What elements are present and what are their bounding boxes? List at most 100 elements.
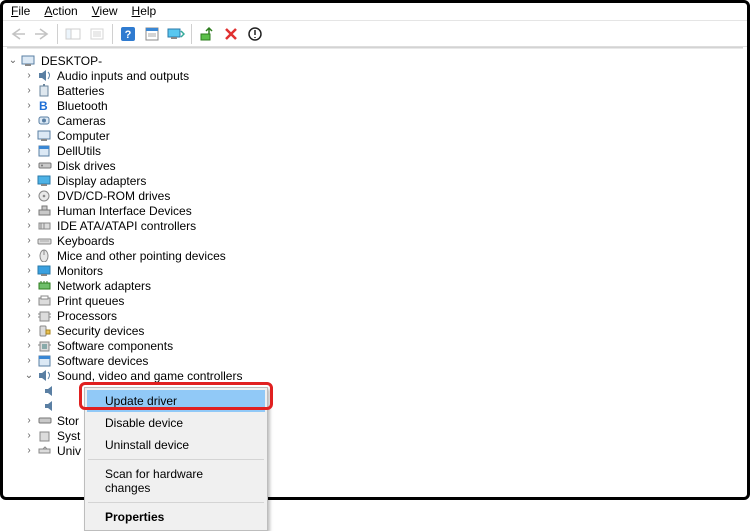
arrow-left-icon [10, 27, 26, 41]
menu-action[interactable]: Action [44, 4, 77, 18]
scan-hardware-button[interactable] [165, 23, 187, 45]
tree-category[interactable]: › Keyboards [7, 233, 747, 248]
category-icon [37, 264, 53, 278]
tree-category[interactable]: › Software components [7, 338, 747, 353]
uninstall-icon [247, 26, 263, 42]
tree-category-label: Software components [57, 339, 173, 353]
menu-bar: File Action View Help [3, 3, 747, 21]
tree-category[interactable]: › Batteries [7, 83, 747, 98]
expand-collapse-icon[interactable]: › [23, 100, 35, 112]
expand-collapse-icon[interactable]: › [23, 250, 35, 262]
expand-collapse-icon[interactable]: › [23, 325, 35, 337]
properties-button[interactable] [141, 23, 163, 45]
category-icon: B [37, 99, 53, 113]
ctx-update-driver[interactable]: Update driver [87, 390, 265, 412]
forward-button[interactable] [31, 23, 53, 45]
expand-collapse-icon[interactable]: › [23, 130, 35, 142]
category-icon [37, 114, 53, 128]
tree-category[interactable]: ›Network adapters [7, 278, 747, 293]
ctx-properties[interactable]: Properties [87, 506, 265, 528]
expand-collapse-icon[interactable]: › [23, 310, 35, 322]
tree-category[interactable]: › Human Interface Devices [7, 203, 747, 218]
toolbar-list-button[interactable] [86, 23, 108, 45]
tree-category[interactable]: › Mice and other pointing devices [7, 248, 747, 263]
category-icon [37, 234, 53, 248]
tree-category-label: Univ [57, 444, 81, 458]
category-icon [37, 219, 53, 233]
expand-collapse-icon[interactable]: › [23, 265, 35, 277]
tree-category[interactable]: ›Monitors [7, 263, 747, 278]
tree-root[interactable]: ⌄ DESKTOP- [7, 53, 747, 68]
expand-collapse-icon[interactable]: › [23, 355, 35, 367]
tree-category-label: Print queues [57, 294, 124, 308]
ctx-uninstall-device[interactable]: Uninstall device [87, 434, 265, 456]
uninstall-device-button[interactable] [244, 23, 266, 45]
svg-text:B: B [39, 99, 48, 112]
update-driver-button[interactable] [196, 23, 218, 45]
tree-category[interactable]: › Security devices [7, 323, 747, 338]
back-button[interactable] [7, 23, 29, 45]
category-icon [37, 204, 53, 218]
tree-root-label: DESKTOP- [41, 54, 102, 68]
tree-category-label: Security devices [57, 324, 144, 338]
expand-collapse-icon[interactable]: › [23, 190, 35, 202]
expand-collapse-icon[interactable]: › [23, 295, 35, 307]
expand-collapse-icon[interactable]: › [23, 430, 35, 442]
expand-collapse-icon[interactable]: › [23, 235, 35, 247]
ctx-scan-hardware[interactable]: Scan for hardware changes [87, 463, 265, 499]
tree-category[interactable]: › Audio inputs and outputs [7, 68, 747, 83]
tree-category[interactable]: › Computer [7, 128, 747, 143]
expand-collapse-icon[interactable]: › [23, 70, 35, 82]
tree-category[interactable]: ›Display adapters [7, 173, 747, 188]
disable-icon [223, 26, 239, 42]
expand-collapse-icon[interactable]: › [23, 220, 35, 232]
ctx-disable-device[interactable]: Disable device [87, 412, 265, 434]
tree-category[interactable]: ›Processors [7, 308, 747, 323]
menu-view[interactable]: View [92, 4, 118, 18]
tree-category[interactable]: › Print queues [7, 293, 747, 308]
toolbar: ? [3, 21, 747, 47]
expand-collapse-icon[interactable]: › [23, 145, 35, 157]
category-icon [37, 174, 53, 188]
tree-category-label: Bluetooth [57, 99, 108, 113]
category-icon [37, 429, 53, 443]
expand-collapse-icon[interactable]: › [23, 85, 35, 97]
tree-category-label: Computer [57, 129, 110, 143]
tree-category-label: Mice and other pointing devices [57, 249, 226, 263]
expand-collapse-icon[interactable]: › [23, 445, 35, 457]
tree-category[interactable]: › B Bluetooth [7, 98, 747, 113]
category-icon [37, 339, 53, 353]
expand-collapse-icon[interactable]: › [23, 115, 35, 127]
expand-collapse-icon[interactable]: › [23, 160, 35, 172]
category-icon [37, 129, 53, 143]
category-icon [37, 354, 53, 368]
expand-collapse-icon[interactable]: › [23, 280, 35, 292]
expand-collapse-icon[interactable]: › [23, 205, 35, 217]
tree-category-label: Batteries [57, 84, 104, 98]
expand-collapse-icon[interactable]: › [23, 175, 35, 187]
expand-collapse-icon[interactable]: › [23, 340, 35, 352]
tree-category-label: Syst [57, 429, 80, 443]
tree-category[interactable]: ›DellUtils [7, 143, 747, 158]
menu-file[interactable]: File [11, 4, 30, 18]
tree-category-label: Audio inputs and outputs [57, 69, 189, 83]
expand-collapse-icon[interactable]: › [23, 415, 35, 427]
tree-category[interactable]: ⌄Sound, video and game controllers [7, 368, 747, 383]
tree-category-label: Keyboards [57, 234, 114, 248]
tree-category-label: Software devices [57, 354, 148, 368]
category-icon [37, 84, 53, 98]
tree-category-label: Human Interface Devices [57, 204, 192, 218]
expand-collapse-icon[interactable]: ⌄ [7, 55, 19, 67]
menu-help[interactable]: Help [132, 4, 157, 18]
tree-category[interactable]: ›Disk drives [7, 158, 747, 173]
show-hide-console-button[interactable] [62, 23, 84, 45]
tree-category[interactable]: › Software devices [7, 353, 747, 368]
properties-icon [144, 27, 160, 41]
disable-device-button[interactable] [220, 23, 242, 45]
expand-collapse-icon[interactable]: ⌄ [23, 370, 35, 382]
tree-category[interactable]: ›Cameras [7, 113, 747, 128]
tree-category[interactable]: ›DVD/CD-ROM drives [7, 188, 747, 203]
help-button[interactable]: ? [117, 23, 139, 45]
tree-category[interactable]: ›IDE ATA/ATAPI controllers [7, 218, 747, 233]
list-icon [89, 27, 105, 41]
